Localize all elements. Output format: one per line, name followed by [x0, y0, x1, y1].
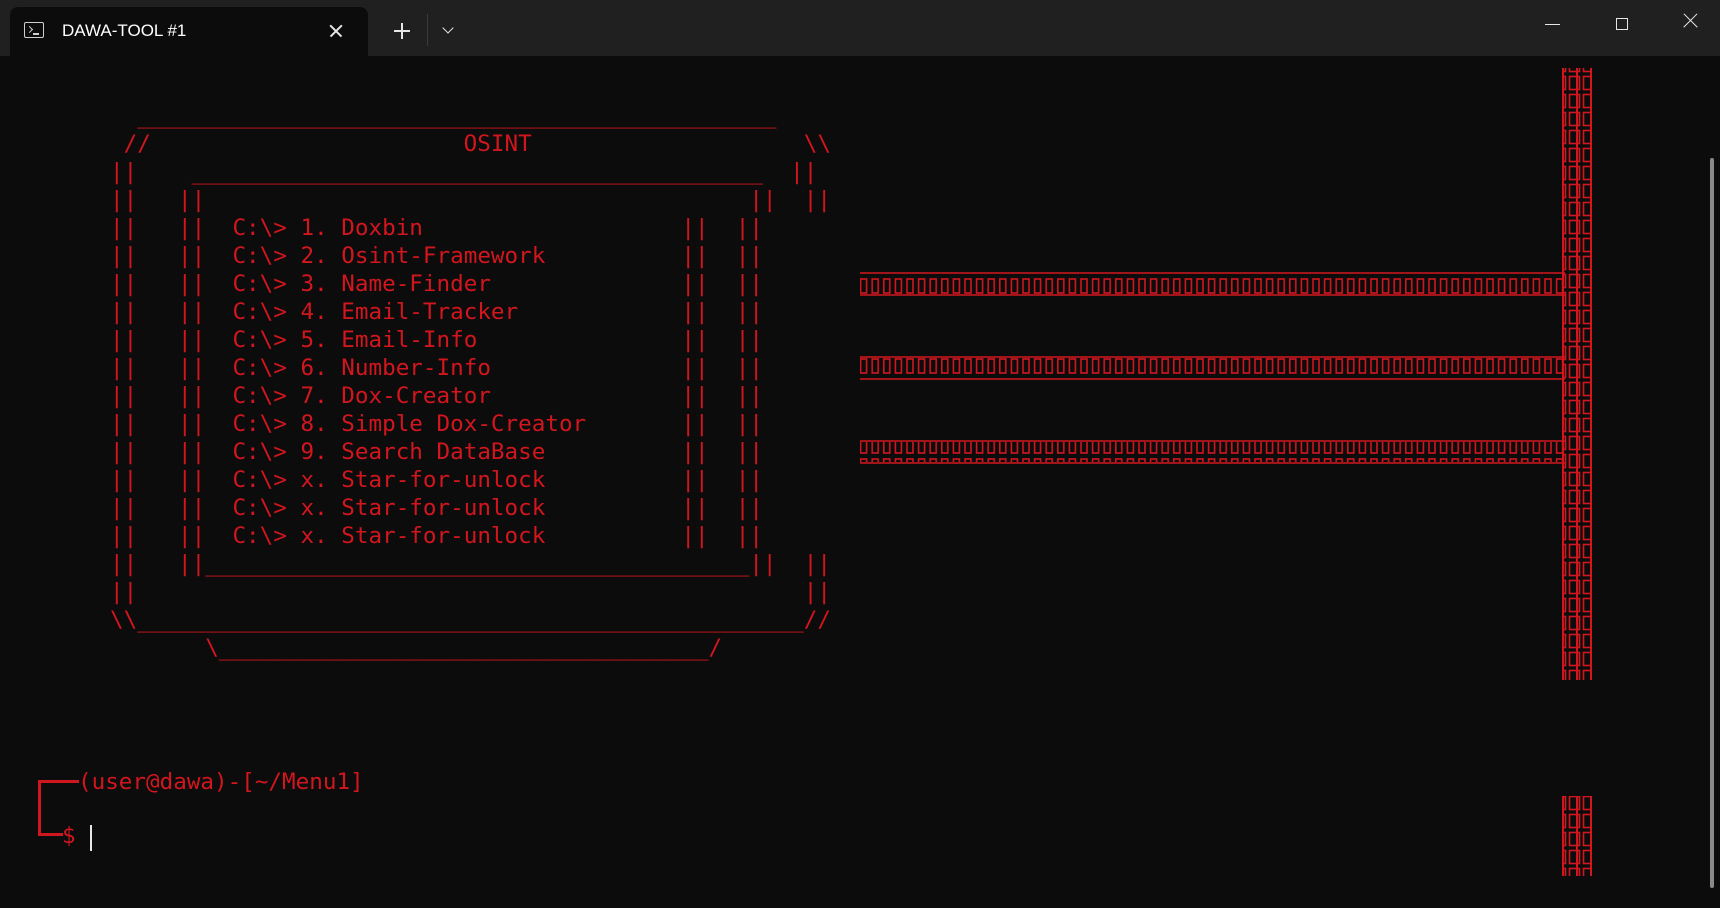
- chevron-down-icon[interactable]: [436, 18, 460, 42]
- menu-inner-blank: || || || ||: [110, 187, 831, 213]
- menu-inner-bottom: || ||___________________________________…: [110, 551, 831, 577]
- menu-item[interactable]: || || C:\> 5. Email-Info || ||: [110, 326, 831, 354]
- prompt-symbol: $: [62, 823, 76, 849]
- menu-item[interactable]: || || C:\> 4. Email-Tracker || ||: [110, 298, 831, 326]
- close-icon[interactable]: [1670, 10, 1710, 40]
- terminal-icon: [24, 22, 44, 38]
- window-titlebar: DAWA-TOOL #1: [0, 0, 1720, 56]
- menu-item[interactable]: || || C:\> 8. Simple Dox-Creator || ||: [110, 410, 831, 438]
- menu-outer-blank: || ||: [110, 579, 831, 605]
- menu-item[interactable]: || || C:\> 3. Name-Finder || ||: [110, 270, 831, 298]
- menu-title: // OSINT \\: [110, 131, 831, 157]
- menu-item[interactable]: || || C:\> x. Star-for-unlock || ||: [110, 522, 831, 550]
- vertical-pipe-lower: [1562, 796, 1592, 876]
- menu-inner-top: || _____________________________________…: [110, 159, 818, 185]
- horizontal-pipe-3: [860, 440, 1565, 464]
- menu-item[interactable]: || || C:\> 6. Number-Info || ||: [110, 354, 831, 382]
- tab-dawa-tool[interactable]: DAWA-TOOL #1: [10, 7, 368, 56]
- menu-frame-base: \____________________________________/: [110, 635, 723, 661]
- menu-item[interactable]: || || C:\> 9. Search DataBase || ||: [110, 438, 831, 466]
- vertical-pipe: [1562, 68, 1592, 680]
- prompt-context: (user@dawa)-[~/Menu1]: [78, 769, 364, 795]
- menu-item[interactable]: || || C:\> 7. Dox-Creator || ||: [110, 382, 831, 410]
- titlebar-divider: [427, 14, 428, 46]
- text-cursor: [90, 825, 92, 851]
- new-tab-plus-icon[interactable]: [390, 20, 414, 42]
- tab-close-icon[interactable]: [326, 21, 346, 41]
- horizontal-pipe-1: [860, 272, 1565, 296]
- menu-frame-top: ________________________________________…: [110, 103, 791, 129]
- tab-title: DAWA-TOOL #1: [62, 21, 187, 40]
- menu-frame-bottom: \\______________________________________…: [110, 607, 831, 633]
- menu-item[interactable]: || || C:\> x. Star-for-unlock || ||: [110, 494, 831, 522]
- command-input[interactable]: [84, 824, 688, 852]
- scrollbar-thumb[interactable]: [1710, 158, 1714, 888]
- menu-item[interactable]: || || C:\> 1. Doxbin || ||: [110, 214, 831, 242]
- minimize-icon[interactable]: [1532, 10, 1572, 40]
- horizontal-pipe-2: [860, 356, 1565, 380]
- menu-item[interactable]: || || C:\> x. Star-for-unlock || ||: [110, 466, 831, 494]
- osint-menu-box: ________________________________________…: [110, 102, 831, 662]
- menu-item[interactable]: || || C:\> 2. Osint-Framework || ||: [110, 242, 831, 270]
- maximize-icon[interactable]: [1602, 10, 1642, 40]
